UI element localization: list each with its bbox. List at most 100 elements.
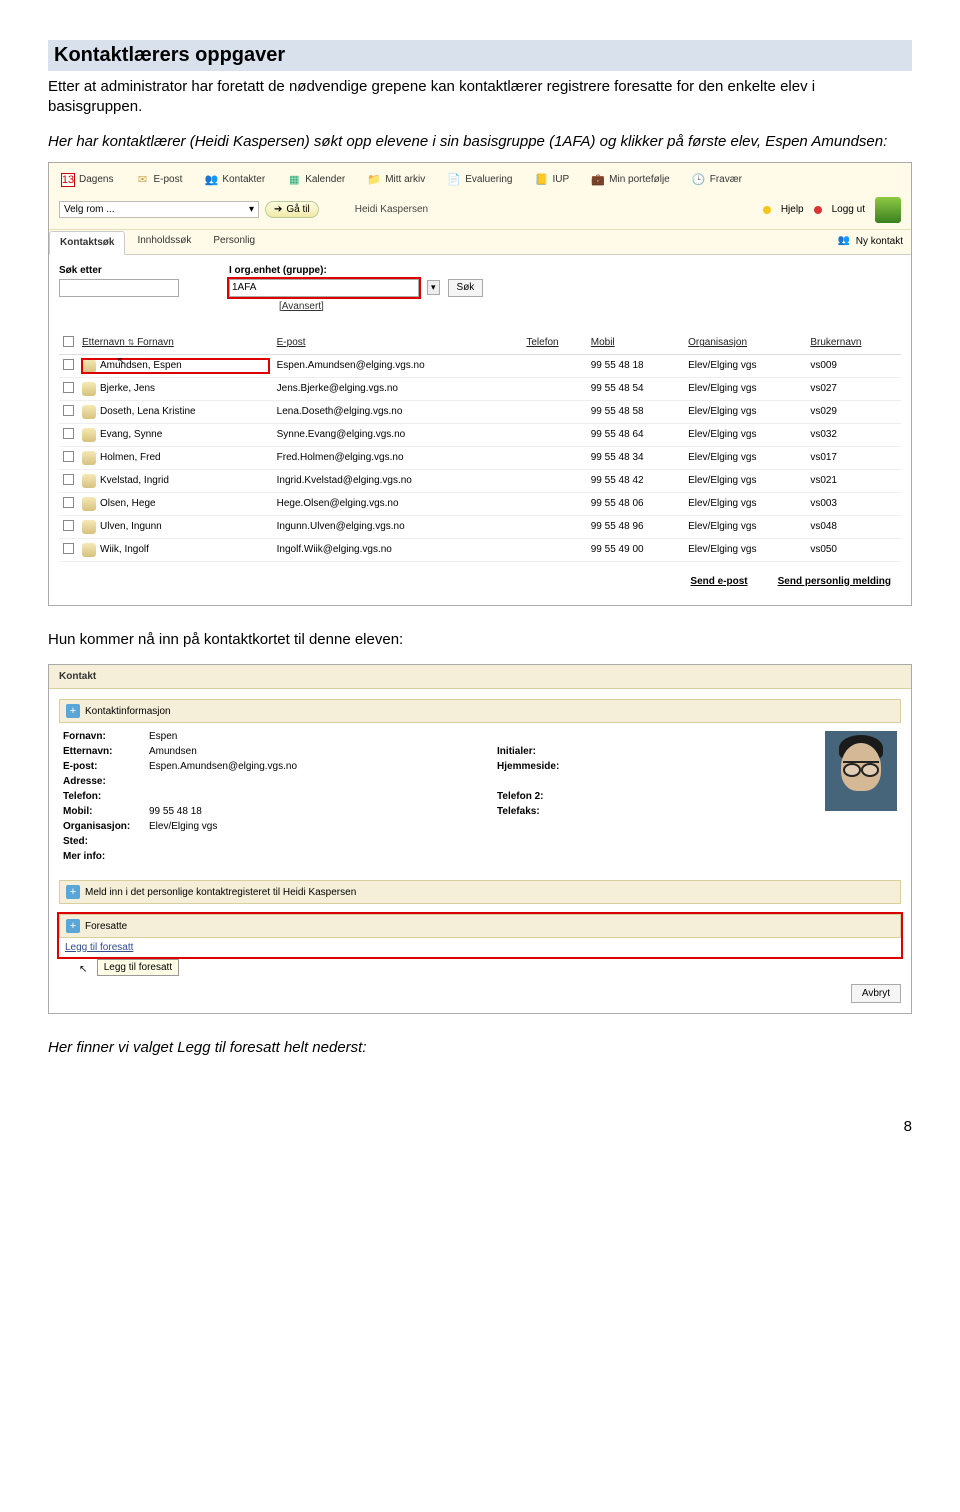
tab-dagens[interactable]: 13Dagens [59, 169, 115, 191]
help-link[interactable]: Hjelp [781, 204, 804, 215]
subtab-personlig[interactable]: Personlig [203, 230, 265, 254]
person-icon [82, 520, 96, 534]
row-checkbox[interactable] [63, 359, 74, 370]
legg-til-foresatt-link[interactable]: Legg til foresatt [59, 938, 901, 957]
row-tlf [522, 377, 586, 400]
person-icon [82, 451, 96, 465]
row-checkbox[interactable] [63, 382, 74, 393]
tab-kalender[interactable]: ▦Kalender [285, 169, 347, 191]
table-row[interactable]: Bjerke, JensJens.Bjerke@elging.vgs.no99 … [59, 377, 901, 400]
meld-title: Meld inn i det personlige kontaktregiste… [85, 887, 356, 898]
row-tlf [522, 423, 586, 446]
row-mobil: 99 55 48 42 [587, 469, 684, 492]
send-epost-link[interactable]: Send e-post [690, 576, 747, 587]
avansert-link[interactable]: [Avansert] [279, 301, 901, 312]
row-email: Hege.Olsen@elging.vgs.no [273, 492, 523, 515]
row-checkbox[interactable] [63, 497, 74, 508]
main-tabs: 13Dagens ✉ E-post 👥Kontakter ▦Kalender 📁 M… [49, 163, 911, 191]
room-select[interactable]: Velg rom ... ▾ [59, 201, 259, 218]
row-org: Elev/Elging vgs [684, 515, 806, 538]
org-enhet-input[interactable] [229, 279, 419, 297]
send-pm-link[interactable]: Send personlig melding [778, 576, 891, 587]
tab-mittarkiv[interactable]: 📁 Mitt arkiv [365, 169, 427, 191]
table-row[interactable]: Evang, SynneSynne.Evang@elging.vgs.no99 … [59, 423, 901, 446]
sok-etter-input[interactable] [59, 279, 179, 297]
table-row[interactable]: Olsen, HegeHege.Olsen@elging.vgs.no99 55… [59, 492, 901, 515]
cursor-icon: ↖ [79, 964, 87, 975]
col-telefon[interactable]: Telefon [522, 332, 586, 355]
tab-label: Fravær [710, 174, 742, 185]
intro-text: Etter at administrator har foretatt de n… [48, 77, 912, 118]
page-title: Kontaktlærers oppgaver [54, 44, 906, 67]
help-dot-icon [763, 206, 771, 214]
col-organisasjon[interactable]: Organisasjon [684, 332, 806, 355]
tab-label: Mitt arkiv [385, 174, 425, 185]
person-icon [82, 405, 96, 419]
expand-icon[interactable]: + [66, 919, 80, 933]
tab-iup[interactable]: 📒IUP [532, 169, 571, 191]
person-icon [82, 428, 96, 442]
avbryt-button[interactable]: Avbryt [851, 984, 901, 1003]
subtab-innholdssok[interactable]: Innholdssøk [127, 230, 201, 254]
row-tlf [522, 469, 586, 492]
row-user: vs009 [806, 354, 901, 377]
col-etternavn[interactable]: Etternavn [82, 337, 125, 348]
row-tlf [522, 538, 586, 561]
expand-icon[interactable]: + [66, 885, 80, 899]
meld-block: + Meld inn i det personlige kontaktregis… [59, 880, 901, 904]
person-icon [82, 382, 96, 396]
col-mobil[interactable]: Mobil [587, 332, 684, 355]
row-mobil: 99 55 49 00 [587, 538, 684, 561]
row-checkbox[interactable] [63, 428, 74, 439]
table-row[interactable]: Amundsen, Espen↖Espen.Amundsen@elging.vg… [59, 354, 901, 377]
logout-link[interactable]: Logg ut [832, 204, 865, 215]
chevron-down-icon: ▾ [249, 204, 254, 215]
row-mobil: 99 55 48 18 [587, 354, 684, 377]
row-checkbox[interactable] [63, 520, 74, 531]
tab-label: E-post [153, 174, 182, 185]
row-org: Elev/Elging vgs [684, 400, 806, 423]
tab-epost[interactable]: ✉ E-post [133, 169, 184, 191]
tab-kontakter[interactable]: 👥Kontakter [202, 169, 267, 191]
row-email: Fred.Holmen@elging.vgs.no [273, 446, 523, 469]
tab-portefolje[interactable]: 💼 Min portefølje [589, 169, 672, 191]
ny-kontakt-link[interactable]: 👥Ny kontakt [830, 230, 911, 254]
table-row[interactable]: Doseth, Lena KristineLena.Doseth@elging.… [59, 400, 901, 423]
person-icon [82, 497, 96, 511]
row-mobil: 99 55 48 64 [587, 423, 684, 446]
row-name: Amundsen, Espen [100, 360, 182, 371]
lbl-hjemmeside: Hjemmeside: [497, 761, 577, 772]
row-user: vs050 [806, 538, 901, 561]
table-row[interactable]: Wiik, IngolfIngolf.Wiik@elging.vgs.no99 … [59, 538, 901, 561]
tab-fravaer[interactable]: 🕒Fravær [690, 169, 744, 191]
table-row[interactable]: Ulven, IngunnIngunn.Ulven@elging.vgs.no9… [59, 515, 901, 538]
expand-icon[interactable]: + [66, 704, 80, 718]
dropdown-icon[interactable]: ▾ [427, 280, 440, 295]
sok-button[interactable]: Søk [448, 279, 484, 297]
note-1: Her har kontaktlærer (Heidi Kaspersen) s… [48, 132, 912, 152]
row-org: Elev/Elging vgs [684, 377, 806, 400]
portfolio-icon: 💼 [591, 173, 605, 187]
row-checkbox[interactable] [63, 405, 74, 416]
col-brukernavn[interactable]: Brukernavn [806, 332, 901, 355]
table-row[interactable]: Holmen, FredFred.Holmen@elging.vgs.no99 … [59, 446, 901, 469]
gotil-button[interactable]: ➔Gå til [265, 201, 319, 218]
tab-evaluering[interactable]: 📄Evaluering [445, 169, 514, 191]
kontakt-header: Kontakt [59, 671, 96, 682]
people-icon: 👥 [838, 235, 852, 249]
val-fornavn: Espen [149, 731, 177, 742]
tab-label: Min portefølje [609, 174, 670, 185]
row-checkbox[interactable] [63, 474, 74, 485]
col-epost[interactable]: E-post [273, 332, 523, 355]
row-checkbox[interactable] [63, 451, 74, 462]
col-fornavn[interactable]: Fornavn [137, 337, 174, 348]
row-org: Elev/Elging vgs [684, 538, 806, 561]
row-tlf [522, 400, 586, 423]
row-checkbox[interactable] [63, 543, 74, 554]
mail-icon: ✉ [135, 173, 149, 187]
table-row[interactable]: Kvelstad, IngridIngrid.Kvelstad@elging.v… [59, 469, 901, 492]
subtab-kontaktsok[interactable]: Kontaktsøk [49, 231, 125, 255]
select-all-checkbox[interactable] [63, 336, 74, 347]
foresatte-block: + Foresatte Legg til foresatt [59, 914, 901, 957]
folder-icon: 📁 [367, 173, 381, 187]
